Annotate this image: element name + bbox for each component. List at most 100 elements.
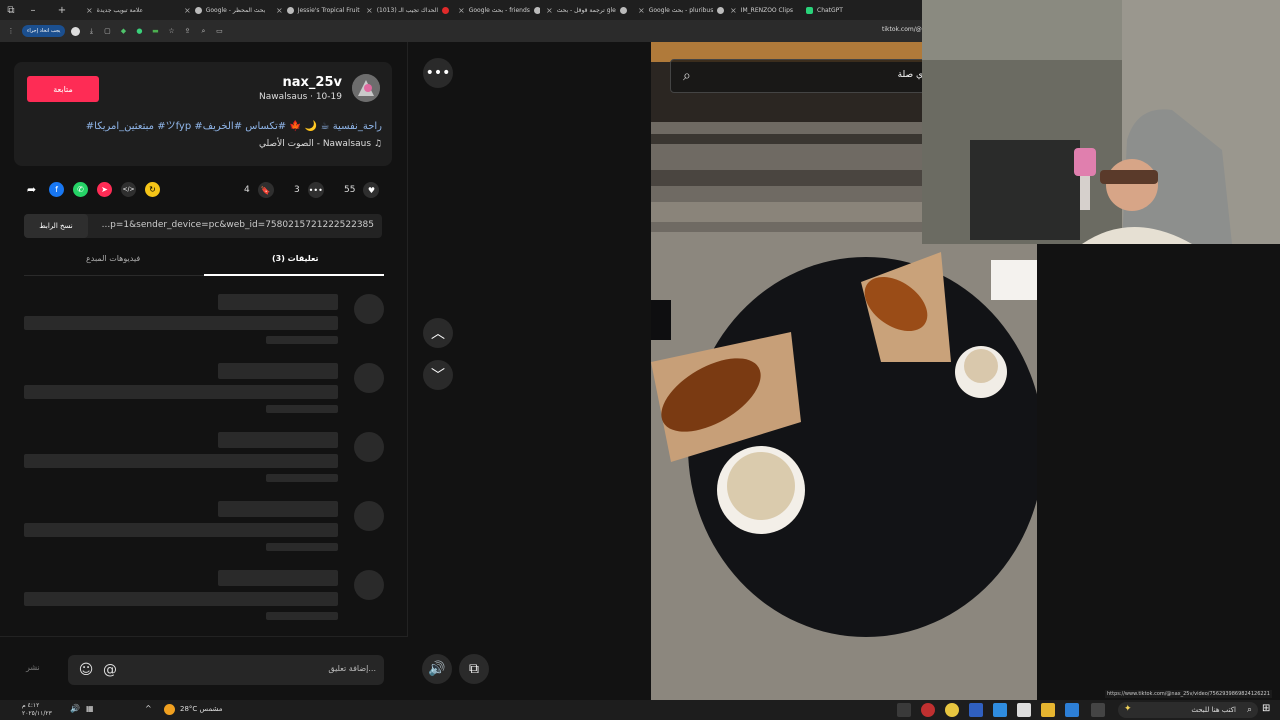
post-caption[interactable]: #مبتعثين_امريكا #ツfyp #راحة_نفسية ☕ 🌙 🍁 … [30, 117, 382, 132]
google-icon [194, 6, 202, 14]
app-icon[interactable] [969, 703, 983, 717]
avatar[interactable] [352, 74, 380, 102]
app-icon[interactable] [921, 703, 935, 717]
send-icon[interactable]: ➤ [97, 182, 112, 197]
skeleton-avatar [354, 570, 384, 600]
google-icon [717, 6, 724, 14]
comment-input[interactable]: ☺ @ إضافة تعليق... [68, 655, 384, 685]
profile-avatar-icon[interactable] [71, 26, 81, 36]
download-icon[interactable]: ⤓ [86, 26, 96, 36]
network-icon[interactable]: ▦ [86, 704, 94, 713]
likes-stat[interactable]: 55 ♥ [344, 182, 380, 198]
taskbar-search-placeholder: اكتب هنا للبحث [1191, 706, 1236, 714]
follow-button[interactable]: متابعة [27, 76, 99, 102]
forward-icon[interactable]: ➦ [24, 182, 39, 197]
browser-tab[interactable]: × علامة تبويب جديدة [80, 0, 178, 20]
music-note-icon: ♫ [373, 139, 382, 149]
repost-icon[interactable]: ↻ [145, 182, 160, 197]
minimize-window-button[interactable]: – [22, 0, 44, 20]
store-icon[interactable] [1017, 703, 1031, 717]
chevron-up-icon: ︿ [431, 326, 445, 342]
previous-video-button[interactable]: ︿ [423, 318, 453, 348]
close-icon[interactable]: × [86, 6, 93, 15]
next-video-button[interactable]: ﹀ [423, 360, 453, 390]
weather-text[interactable]: 28°C مشمس [180, 705, 223, 713]
comments-stat[interactable]: 3 ••• [294, 182, 324, 198]
close-icon[interactable]: × [730, 6, 737, 15]
close-icon[interactable]: × [546, 6, 553, 15]
whatsapp-icon[interactable]: ✆ [73, 182, 88, 197]
taskbar-search[interactable]: اكتب هنا للبحث ⌕ ✦ [1118, 702, 1258, 718]
tab-label: Google بحث - pluribus [648, 6, 714, 14]
search-icon[interactable]: ⌕ [683, 68, 691, 84]
copy-link-button[interactable]: نسخ الرابط [24, 214, 88, 238]
volume-icon[interactable]: 🔊 [70, 704, 80, 713]
skeleton-line [24, 592, 338, 606]
browser-tab[interactable]: × Google بحث - pluribus [632, 0, 724, 20]
close-icon[interactable]: × [184, 6, 191, 15]
saves-stat[interactable]: 4 🔖 [244, 182, 274, 198]
nickname-date: Nawalsaus · 10-19 [259, 92, 342, 102]
emoji-icon[interactable]: ☺ [76, 660, 96, 680]
skeleton-line [218, 501, 338, 517]
browser-tab[interactable]: × Google - بحث المحظر [178, 0, 270, 20]
tab-comments[interactable]: تعليقات (3) [272, 254, 319, 263]
search-icon: ⌕ [1246, 705, 1252, 715]
embed-icon[interactable]: </> [121, 182, 136, 197]
music-line[interactable]: الصوت الأصلي - Nawalsaus ♫ [200, 139, 382, 149]
extension-green-icon[interactable]: ▬ [150, 26, 160, 36]
facebook-icon[interactable]: f [49, 182, 64, 197]
clock[interactable]: ٤:١٢ م [22, 702, 39, 709]
volume-button[interactable]: 🔊 [422, 654, 452, 684]
bookmark-icon[interactable]: 🔖 [257, 182, 274, 198]
extensions-icon[interactable]: ▢ [102, 26, 112, 36]
sparkle-icon: ✦ [1124, 704, 1132, 714]
menu-icon[interactable]: ⋮ [6, 26, 16, 36]
tab-label: (1013) الحداك تجيب الـ [376, 6, 439, 14]
close-icon[interactable]: × [276, 6, 283, 15]
skeleton-line [266, 405, 338, 413]
browser-tab[interactable]: × Jessie's Tropical Fruit [270, 0, 360, 20]
tab-creator-videos[interactable]: فيديوهات المبدع [86, 254, 140, 263]
comment-icon[interactable]: ••• [307, 182, 324, 198]
close-icon[interactable]: × [458, 6, 465, 15]
browser-tab[interactable]: × (1013) الحداك تجيب الـ [360, 0, 452, 20]
comments-count: 3 [294, 185, 300, 195]
search-bar[interactable]: ⌕ ي صلة [670, 59, 930, 93]
windows-start-icon[interactable]: ⊞ [1262, 703, 1276, 717]
username[interactable]: nax_25v [270, 75, 342, 90]
profile-alert-button[interactable]: يجب اتخاذ إجراء [22, 25, 66, 37]
pip-button[interactable]: ⧉ [459, 654, 489, 684]
whatsapp-icon[interactable]: ● [134, 26, 144, 36]
google-icon [619, 6, 627, 14]
heart-icon[interactable]: ♥ [363, 182, 380, 198]
music-title: الصوت الأصلي - Nawalsaus [259, 139, 372, 149]
share-icon[interactable]: ⇪ [182, 26, 192, 36]
cast-icon[interactable]: ▭ [214, 26, 224, 36]
chevron-up-icon[interactable]: ^ [145, 704, 152, 713]
bookmark-star-icon[interactable]: ☆ [166, 26, 176, 36]
app-icon[interactable] [1065, 703, 1079, 717]
new-tab-button[interactable]: + [44, 0, 80, 20]
folder-icon[interactable] [1041, 703, 1055, 717]
mention-icon[interactable]: @ [100, 660, 120, 680]
panel-tabs: فيديوهات المبدع تعليقات (3) [24, 250, 384, 276]
browser-tab[interactable]: × ترجمة قوقل - بحث gle [540, 0, 632, 20]
task-view-icon[interactable] [1091, 703, 1105, 717]
browser-tab[interactable]: ChatGPT [800, 0, 860, 20]
edge-icon[interactable] [993, 703, 1007, 717]
app-icon[interactable] [897, 703, 911, 717]
post-comment-button[interactable]: نشر [26, 663, 40, 672]
more-options-button[interactable]: ••• [423, 58, 453, 88]
close-icon[interactable]: × [366, 6, 373, 15]
close-icon[interactable]: × [638, 6, 645, 15]
browser-tab[interactable]: × Google بحث - friends [452, 0, 540, 20]
shield-icon[interactable]: ◆ [118, 26, 128, 36]
zoom-icon[interactable]: ⌕ [198, 26, 208, 36]
picture-in-picture-icon: ⧉ [469, 661, 479, 677]
chrome-icon[interactable] [945, 703, 959, 717]
restore-window-button[interactable]: ⧉ [0, 0, 22, 20]
browser-tab[interactable]: × IM_RENZOO Clips [724, 0, 800, 20]
url-text[interactable]: tiktok.com/@ [882, 26, 922, 33]
share-link[interactable]: ...p=1&sender_device=pc&web_id=758021572… [102, 220, 374, 230]
